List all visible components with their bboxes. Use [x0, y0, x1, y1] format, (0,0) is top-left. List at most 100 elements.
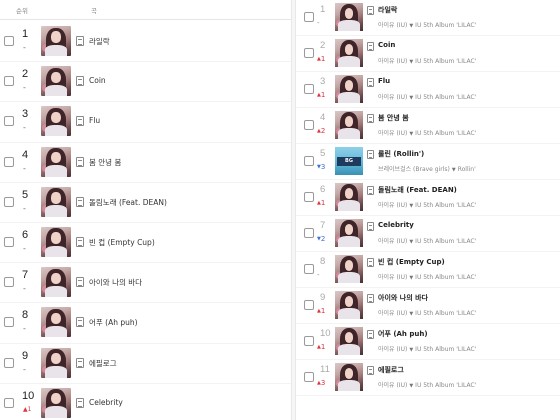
row-checkbox[interactable] [4, 357, 14, 368]
album-thumbnail[interactable] [41, 226, 71, 257]
chart-row[interactable]: 8- 빈 컵 (Empty Cup) 아이유 (IU) ▼ IU 5th Album '… [296, 252, 560, 288]
row-checkbox[interactable] [304, 264, 314, 274]
document-icon[interactable] [367, 6, 374, 15]
caret-down-icon[interactable]: ▼ [409, 347, 413, 353]
song-title[interactable]: 돌림노래 (Feat. DEAN) [378, 185, 457, 195]
album-thumbnail[interactable] [335, 3, 363, 31]
artist-name[interactable]: 아이유 (IU) [378, 22, 407, 29]
artist-name[interactable]: 아이유 (IU) [378, 130, 407, 137]
artist-name[interactable]: 아이유 (IU) [378, 202, 407, 209]
document-icon[interactable] [76, 36, 84, 46]
song-title[interactable]: 아이와 나의 바다 [378, 293, 428, 303]
album-thumbnail[interactable] [41, 347, 71, 378]
row-checkbox[interactable] [304, 372, 314, 382]
album-name[interactable]: IU 5th Album 'LILAC' [415, 310, 476, 317]
album-name[interactable]: IU 5th Album 'LILAC' [415, 346, 476, 353]
chart-row[interactable]: 7 ▼2 Celebrity 아이유 (IU) ▼ IU 5th Album 'LILAC… [296, 216, 560, 252]
chart-row[interactable]: 1- 라일락 아이유 (IU) ▼ IU 5th Album 'LILAC' [296, 0, 560, 36]
document-icon[interactable] [367, 186, 374, 195]
caret-down-icon[interactable]: ▼ [409, 95, 413, 101]
document-icon[interactable] [367, 222, 374, 231]
row-checkbox[interactable] [304, 12, 314, 22]
album-thumbnail[interactable] [335, 291, 363, 319]
row-checkbox[interactable] [4, 397, 14, 408]
album-thumbnail[interactable] [41, 186, 71, 217]
artist-name[interactable]: 아이유 (IU) [378, 274, 407, 281]
chart-row[interactable]: 1 - 라일락 [0, 22, 291, 63]
row-checkbox[interactable] [304, 48, 314, 58]
caret-down-icon[interactable]: ▼ [409, 383, 413, 389]
caret-down-icon[interactable]: ▼ [409, 59, 413, 65]
album-thumbnail[interactable]: BG [335, 147, 363, 175]
artist-name[interactable]: 아이유 (IU) [378, 58, 407, 65]
document-icon[interactable] [76, 196, 84, 207]
row-checkbox[interactable] [304, 336, 314, 346]
album-thumbnail[interactable] [41, 66, 71, 97]
song-title[interactable]: 어푸 (Ah puh) [378, 329, 428, 339]
document-icon[interactable] [76, 116, 84, 127]
document-icon[interactable] [76, 76, 84, 87]
row-checkbox[interactable] [304, 300, 314, 310]
row-checkbox[interactable] [304, 156, 314, 166]
artist-name[interactable]: 아이유 (IU) [378, 346, 407, 353]
song-title[interactable]: 라일락 [378, 5, 397, 15]
row-checkbox[interactable] [304, 84, 314, 94]
song-title[interactable]: 어푸 (Ah puh) [89, 317, 138, 328]
caret-down-icon[interactable]: ▼ [409, 239, 413, 245]
chart-row[interactable]: 9 - 에필로그 [0, 344, 291, 384]
document-icon[interactable] [367, 330, 374, 339]
song-title[interactable]: 빈 컵 (Empty Cup) [378, 257, 445, 267]
song-title[interactable]: Coin [378, 41, 395, 49]
album-thumbnail[interactable] [41, 267, 71, 298]
artist-name[interactable]: 아이유 (IU) [378, 310, 407, 317]
row-checkbox[interactable] [4, 277, 14, 288]
song-title[interactable]: Coin [89, 76, 106, 85]
album-thumbnail[interactable] [41, 26, 71, 56]
caret-down-icon[interactable]: ▼ [409, 203, 413, 209]
document-icon[interactable] [76, 317, 84, 328]
song-title[interactable]: 에필로그 [89, 358, 117, 369]
song-title[interactable]: 라일락 [89, 36, 110, 47]
song-title[interactable]: 롤린 (Rollin') [378, 149, 424, 159]
row-checkbox[interactable] [304, 192, 314, 202]
chart-row[interactable]: 2 ▲1 Coin 아이유 (IU) ▼ IU 5th Album 'LILAC' [296, 36, 560, 72]
document-icon[interactable] [367, 294, 374, 303]
song-title[interactable]: 아이와 나의 바다 [89, 277, 142, 288]
chart-row[interactable]: 6 ▲1 돌림노래 (Feat. DEAN) 아이유 (IU) ▼ IU 5th Albu… [296, 180, 560, 216]
album-name[interactable]: IU 5th Album 'LILAC' [415, 382, 476, 389]
artist-name[interactable]: 브레이브걸스 (Brave girls) [378, 166, 450, 173]
row-checkbox[interactable] [4, 76, 14, 87]
document-icon[interactable] [76, 236, 84, 247]
document-icon[interactable] [367, 150, 374, 159]
document-icon[interactable] [367, 42, 374, 51]
chart-row[interactable]: 10 ▲1 어푸 (Ah puh) 아이유 (IU) ▼ IU 5th Album 'LI… [296, 324, 560, 360]
album-name[interactable]: IU 5th Album 'LILAC' [415, 94, 476, 101]
album-thumbnail[interactable] [335, 255, 363, 283]
document-icon[interactable] [367, 78, 374, 87]
document-icon[interactable] [367, 114, 374, 123]
document-icon[interactable] [367, 258, 374, 267]
row-checkbox[interactable] [4, 236, 14, 247]
chart-row[interactable]: 11 ▲3 에필로그 아이유 (IU) ▼ IU 5th Album 'LILAC' [296, 360, 560, 396]
artist-name[interactable]: 아이유 (IU) [378, 238, 407, 245]
row-checkbox[interactable] [4, 196, 14, 207]
chart-row[interactable]: 8 - 어푸 (Ah puh) [0, 303, 291, 344]
document-icon[interactable] [76, 397, 84, 408]
album-name[interactable]: Rollin' [458, 166, 476, 173]
document-icon[interactable] [76, 357, 84, 368]
album-thumbnail[interactable] [41, 307, 71, 338]
album-name[interactable]: IU 5th Album 'LILAC' [415, 130, 476, 137]
artist-name[interactable]: 아이유 (IU) [378, 94, 407, 101]
song-title[interactable]: Celebrity [89, 398, 123, 407]
row-checkbox[interactable] [304, 228, 314, 238]
chart-row[interactable]: 4 - 봄 안녕 봄 [0, 143, 291, 183]
chart-row[interactable]: 9 ▲1 아이와 나의 바다 아이유 (IU) ▼ IU 5th Album 'LILAC… [296, 288, 560, 324]
song-title[interactable]: 돌림노래 (Feat. DEAN) [89, 197, 167, 208]
artist-name[interactable]: 아이유 (IU) [378, 382, 407, 389]
album-thumbnail[interactable] [335, 75, 363, 103]
row-checkbox[interactable] [4, 36, 14, 46]
row-checkbox[interactable] [4, 317, 14, 328]
song-title[interactable]: 봄 안녕 봄 [378, 113, 409, 123]
song-title[interactable]: Flu [378, 77, 390, 85]
caret-down-icon[interactable]: ▼ [409, 23, 413, 29]
